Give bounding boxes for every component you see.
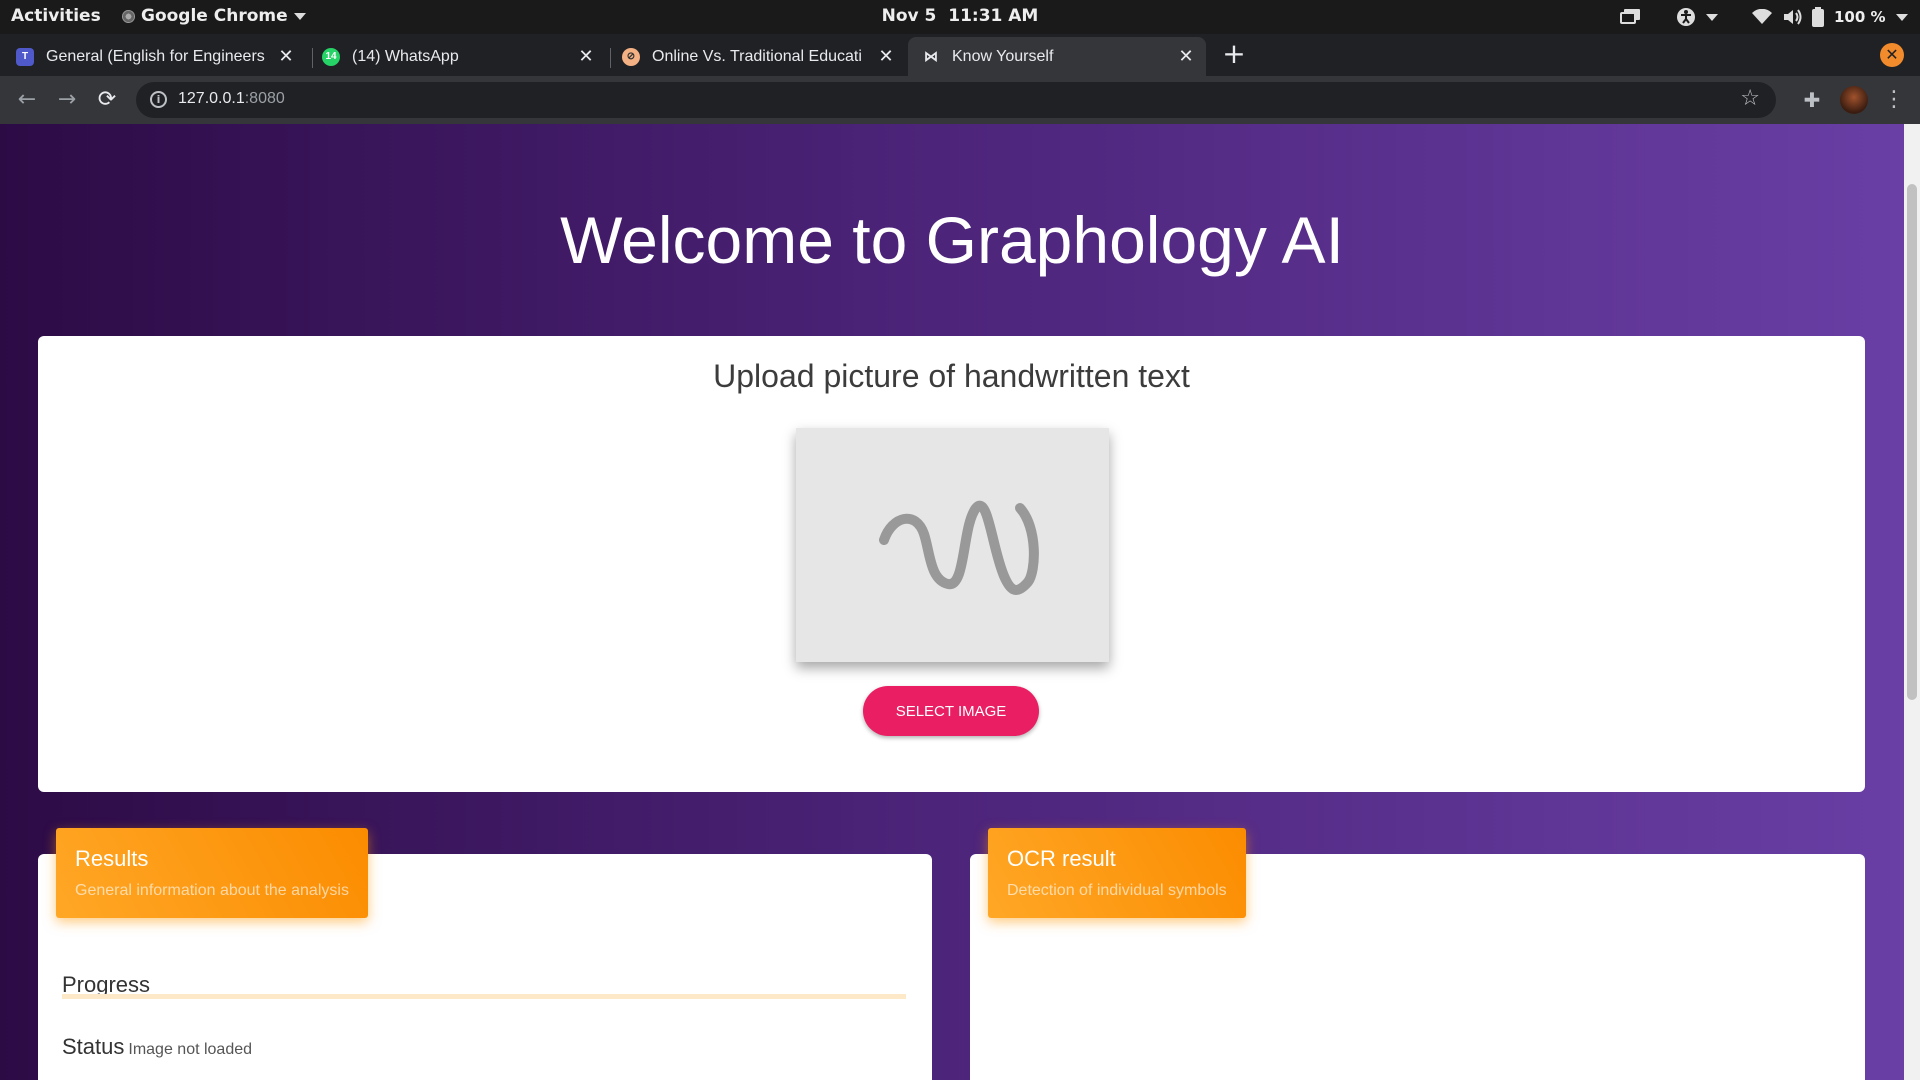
profile-avatar[interactable] xyxy=(1840,86,1868,114)
forward-button[interactable]: → xyxy=(53,86,81,114)
url-port: :8080 xyxy=(244,90,285,107)
close-window-icon[interactable]: ✕ xyxy=(1880,43,1904,67)
tab-title: Know Yourself xyxy=(952,47,1054,65)
app-name: Google Chrome xyxy=(141,6,288,26)
ocr-subtitle: Detection of individual symbols xyxy=(1007,882,1227,899)
volume-icon xyxy=(1784,9,1802,25)
status-value: Image not loaded xyxy=(128,1041,253,1058)
clock-time[interactable]: 11:31 AM xyxy=(948,6,1038,26)
tab-separator xyxy=(312,48,313,68)
address-bar[interactable]: i 127.0.0.1:8080 ☆ xyxy=(136,82,1776,118)
battery-icon xyxy=(1812,7,1824,27)
url-host: 127.0.0.1 xyxy=(178,90,245,107)
chrome-icon xyxy=(122,9,135,23)
compass-icon: ⊘ xyxy=(622,47,640,66)
accessibility-menu[interactable] xyxy=(1676,0,1718,34)
new-tab-button[interactable]: + xyxy=(1220,40,1248,69)
browser-toolbar: ← → ⟳ i 127.0.0.1:8080 ☆ ✚ ⋮ xyxy=(0,76,1920,124)
tab-online-education[interactable]: ⊘ Online Vs. Traditional Educati ✕ xyxy=(622,37,906,76)
reload-button[interactable]: ⟳ xyxy=(93,86,121,114)
status-label: Status xyxy=(62,1034,125,1059)
chevron-down-icon xyxy=(293,12,306,20)
info-icon[interactable]: i xyxy=(150,91,167,108)
whatsapp-icon: 14 xyxy=(322,47,340,66)
app-menu[interactable]: Google Chrome xyxy=(122,6,306,26)
tab-whatsapp[interactable]: 14 (14) WhatsApp ✕ xyxy=(322,37,606,76)
clock-date[interactable]: Nov 5 xyxy=(882,6,937,26)
ocr-header: OCR result Detection of individual symbo… xyxy=(988,828,1246,918)
results-subtitle: General information about the analysis xyxy=(75,882,349,899)
extensions-icon[interactable]: ✚ xyxy=(1800,88,1824,112)
accessibility-icon xyxy=(1677,8,1695,26)
bookmark-star-icon[interactable]: ☆ xyxy=(1740,86,1760,111)
chevron-down-icon xyxy=(1895,13,1908,21)
tab-title: General (English for Engineers xyxy=(46,47,265,65)
page-scrollbar[interactable] xyxy=(1904,124,1920,1080)
activities-button[interactable]: Activities xyxy=(11,6,101,26)
tab-know-yourself[interactable]: ⋈ Know Yourself ✕ xyxy=(908,37,1206,76)
progress-bar xyxy=(62,994,906,999)
upload-card: Upload picture of handwritten text SELEC… xyxy=(38,336,1865,792)
wifi-icon xyxy=(1752,9,1772,24)
handwriting-icon xyxy=(879,500,1039,595)
menu-dots-icon[interactable]: ⋮ xyxy=(1882,88,1906,112)
tab-teams[interactable]: T General (English for Engineers ✕ xyxy=(16,37,306,76)
back-button[interactable]: ← xyxy=(13,86,41,114)
screen-share-icon[interactable] xyxy=(1620,0,1642,34)
url-text[interactable]: 127.0.0.1:8080 xyxy=(178,90,285,108)
status-row: Status Image not loaded xyxy=(62,1034,252,1060)
close-icon[interactable]: ✕ xyxy=(1176,46,1196,66)
close-icon[interactable]: ✕ xyxy=(276,46,296,66)
tab-title: (14) WhatsApp xyxy=(352,47,459,65)
tab-separator xyxy=(610,48,611,68)
ocr-card: OCR result Detection of individual symbo… xyxy=(970,828,1865,1080)
chevron-down-icon xyxy=(1706,13,1718,21)
status-menu[interactable]: 100 % xyxy=(1752,0,1908,34)
battery-percentage: 100 % xyxy=(1834,8,1886,26)
bowtie-icon: ⋈ xyxy=(924,48,938,64)
ocr-title: OCR result xyxy=(1007,846,1116,871)
page-viewport: Welcome to Graphology AI Upload picture … xyxy=(0,124,1920,1080)
close-icon[interactable]: ✕ xyxy=(576,46,596,66)
select-image-button[interactable]: SELECT IMAGE xyxy=(863,686,1039,736)
tab-title: Online Vs. Traditional Educati xyxy=(652,47,862,65)
upload-heading: Upload picture of handwritten text xyxy=(713,358,1190,394)
scrollbar-thumb[interactable] xyxy=(1907,184,1917,700)
teams-icon: T xyxy=(16,47,34,66)
close-icon[interactable]: ✕ xyxy=(876,46,896,66)
results-header: Results General information about the an… xyxy=(56,828,368,918)
image-placeholder[interactable] xyxy=(796,428,1109,662)
page-title: Welcome to Graphology AI xyxy=(560,203,1344,277)
results-title: Results xyxy=(75,846,149,871)
tab-strip: T General (English for Engineers ✕ 14 (1… xyxy=(0,34,1920,76)
system-top-bar: Activities Google Chrome Nov 5 11:31 AM … xyxy=(0,0,1920,34)
results-card: Results General information about the an… xyxy=(38,828,932,1080)
